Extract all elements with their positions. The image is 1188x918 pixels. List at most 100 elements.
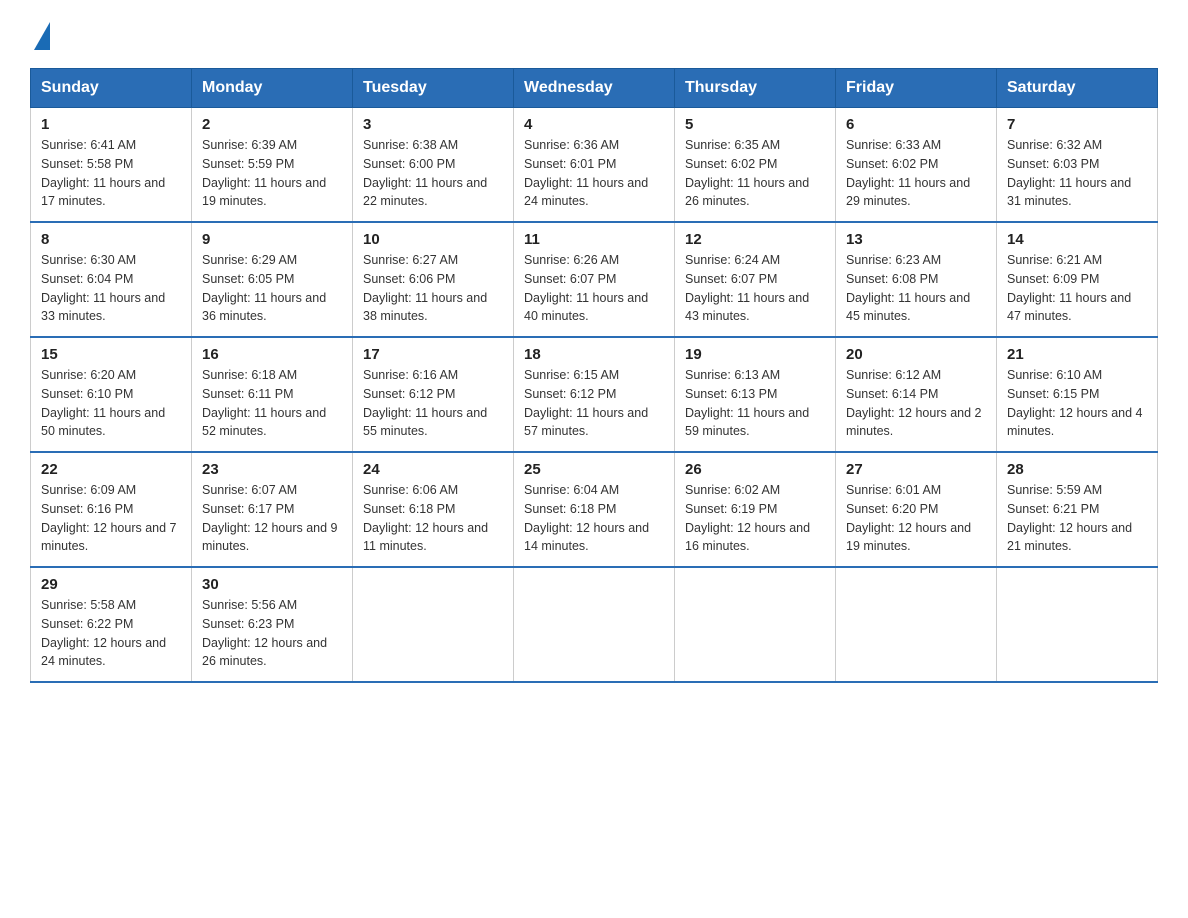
day-info: Sunrise: 6:38 AMSunset: 6:00 PMDaylight:… [363,136,503,211]
calendar-cell [514,567,675,682]
calendar-cell: 2 Sunrise: 6:39 AMSunset: 5:59 PMDaylight… [192,108,353,223]
day-number: 9 [202,231,342,248]
day-info: Sunrise: 6:36 AMSunset: 6:01 PMDaylight:… [524,136,664,211]
day-number: 12 [685,231,825,248]
column-header-saturday: Saturday [997,69,1158,108]
calendar-cell: 16Sunrise: 6:18 AMSunset: 6:11 PMDayligh… [192,337,353,452]
day-number: 6 [846,116,986,133]
calendar-cell: 24 Sunrise: 6:06 AMSunset: 6:18 PMDayligh… [353,452,514,567]
calendar-cell: 1 Sunrise: 6:41 AMSunset: 5:58 PMDaylight… [31,108,192,223]
calendar-cell: 6 Sunrise: 6:33 AMSunset: 6:02 PMDaylight… [836,108,997,223]
calendar-cell: 30Sunrise: 5:56 AMSunset: 6:23 PMDayligh… [192,567,353,682]
calendar-cell: 26 Sunrise: 6:02 AMSunset: 6:19 PMDayligh… [675,452,836,567]
day-info: Sunrise: 6:24 AMSunset: 6:07 PMDaylight:… [685,251,825,326]
column-header-monday: Monday [192,69,353,108]
day-info: Sunrise: 6:41 AMSunset: 5:58 PMDaylight:… [41,136,181,211]
calendar-header: SundayMondayTuesdayWednesdayThursdayFrid… [31,69,1158,108]
day-number: 15 [41,346,181,363]
week-row-3: 15 Sunrise: 6:20 AMSunset: 6:10 PMDayligh… [31,337,1158,452]
calendar-cell [836,567,997,682]
day-number: 17 [363,346,503,363]
day-info: Sunrise: 6:01 AMSunset: 6:20 PMDaylight:… [846,481,986,556]
calendar-cell: 3 Sunrise: 6:38 AMSunset: 6:00 PMDaylight… [353,108,514,223]
day-info: Sunrise: 6:02 AMSunset: 6:19 PMDaylight:… [685,481,825,556]
day-info: Sunrise: 6:23 AMSunset: 6:08 PMDaylight:… [846,251,986,326]
day-info: Sunrise: 6:39 AMSunset: 5:59 PMDaylight:… [202,136,342,211]
calendar-table: SundayMondayTuesdayWednesdayThursdayFrid… [30,68,1158,683]
calendar-cell: 13 Sunrise: 6:23 AMSunset: 6:08 PMDayligh… [836,222,997,337]
day-info: Sunrise: 6:12 AMSunset: 6:14 PMDaylight:… [846,366,986,441]
day-info: Sunrise: 6:21 AMSunset: 6:09 PMDaylight:… [1007,251,1147,326]
day-number: 24 [363,461,503,478]
day-info: Sunrise: 5:58 AMSunset: 6:22 PMDaylight:… [41,596,181,671]
calendar-cell: 20 Sunrise: 6:12 AMSunset: 6:14 PMDayligh… [836,337,997,452]
day-info: Sunrise: 5:59 AMSunset: 6:21 PMDaylight:… [1007,481,1147,556]
calendar-cell [997,567,1158,682]
day-number: 2 [202,116,342,133]
calendar-cell: 28 Sunrise: 5:59 AMSunset: 6:21 PMDayligh… [997,452,1158,567]
day-info: Sunrise: 6:13 AMSunset: 6:13 PMDaylight:… [685,366,825,441]
calendar-cell [675,567,836,682]
calendar-cell: 10Sunrise: 6:27 AMSunset: 6:06 PMDayligh… [353,222,514,337]
column-header-thursday: Thursday [675,69,836,108]
day-info: Sunrise: 6:29 AMSunset: 6:05 PMDaylight:… [202,251,342,326]
calendar-cell: 15 Sunrise: 6:20 AMSunset: 6:10 PMDayligh… [31,337,192,452]
header-row: SundayMondayTuesdayWednesdayThursdayFrid… [31,69,1158,108]
calendar-cell: 27 Sunrise: 6:01 AMSunset: 6:20 PMDayligh… [836,452,997,567]
day-number: 7 [1007,116,1147,133]
day-number: 25 [524,461,664,478]
day-info: Sunrise: 6:32 AMSunset: 6:03 PMDaylight:… [1007,136,1147,211]
day-number: 23 [202,461,342,478]
day-number: 27 [846,461,986,478]
calendar-cell: 9 Sunrise: 6:29 AMSunset: 6:05 PMDaylight… [192,222,353,337]
calendar-cell [353,567,514,682]
day-info: Sunrise: 6:35 AMSunset: 6:02 PMDaylight:… [685,136,825,211]
day-number: 3 [363,116,503,133]
calendar-cell: 4 Sunrise: 6:36 AMSunset: 6:01 PMDaylight… [514,108,675,223]
day-info: Sunrise: 6:04 AMSunset: 6:18 PMDaylight:… [524,481,664,556]
page-header [30,20,1158,48]
day-info: Sunrise: 6:15 AMSunset: 6:12 PMDaylight:… [524,366,664,441]
day-info: Sunrise: 6:16 AMSunset: 6:12 PMDaylight:… [363,366,503,441]
day-number: 8 [41,231,181,248]
day-number: 20 [846,346,986,363]
day-number: 1 [41,116,181,133]
logo [30,20,50,48]
day-number: 4 [524,116,664,133]
day-info: Sunrise: 6:06 AMSunset: 6:18 PMDaylight:… [363,481,503,556]
day-number: 30 [202,576,342,593]
week-row-2: 8Sunrise: 6:30 AMSunset: 6:04 PMDaylight… [31,222,1158,337]
column-header-sunday: Sunday [31,69,192,108]
day-number: 5 [685,116,825,133]
calendar-cell: 18 Sunrise: 6:15 AMSunset: 6:12 PMDayligh… [514,337,675,452]
calendar-cell: 5 Sunrise: 6:35 AMSunset: 6:02 PMDaylight… [675,108,836,223]
calendar-cell: 21Sunrise: 6:10 AMSunset: 6:15 PMDayligh… [997,337,1158,452]
day-number: 14 [1007,231,1147,248]
day-info: Sunrise: 6:20 AMSunset: 6:10 PMDaylight:… [41,366,181,441]
day-info: Sunrise: 6:33 AMSunset: 6:02 PMDaylight:… [846,136,986,211]
column-header-tuesday: Tuesday [353,69,514,108]
week-row-4: 22 Sunrise: 6:09 AMSunset: 6:16 PMDayligh… [31,452,1158,567]
calendar-cell: 23 Sunrise: 6:07 AMSunset: 6:17 PMDayligh… [192,452,353,567]
day-info: Sunrise: 6:18 AMSunset: 6:11 PMDaylight:… [202,366,342,441]
calendar-cell: 29Sunrise: 5:58 AMSunset: 6:22 PMDayligh… [31,567,192,682]
day-number: 22 [41,461,181,478]
calendar-cell: 11 Sunrise: 6:26 AMSunset: 6:07 PMDayligh… [514,222,675,337]
day-number: 13 [846,231,986,248]
day-number: 26 [685,461,825,478]
week-row-5: 29Sunrise: 5:58 AMSunset: 6:22 PMDayligh… [31,567,1158,682]
calendar-cell: 14 Sunrise: 6:21 AMSunset: 6:09 PMDayligh… [997,222,1158,337]
day-number: 28 [1007,461,1147,478]
calendar-cell: 25 Sunrise: 6:04 AMSunset: 6:18 PMDayligh… [514,452,675,567]
day-info: Sunrise: 6:26 AMSunset: 6:07 PMDaylight:… [524,251,664,326]
calendar-cell: 17 Sunrise: 6:16 AMSunset: 6:12 PMDayligh… [353,337,514,452]
day-info: Sunrise: 6:09 AMSunset: 6:16 PMDaylight:… [41,481,181,556]
calendar-cell: 12 Sunrise: 6:24 AMSunset: 6:07 PMDayligh… [675,222,836,337]
calendar-cell: 7 Sunrise: 6:32 AMSunset: 6:03 PMDaylight… [997,108,1158,223]
week-row-1: 1 Sunrise: 6:41 AMSunset: 5:58 PMDaylight… [31,108,1158,223]
day-info: Sunrise: 6:07 AMSunset: 6:17 PMDaylight:… [202,481,342,556]
day-number: 18 [524,346,664,363]
day-number: 21 [1007,346,1147,363]
calendar-cell: 19Sunrise: 6:13 AMSunset: 6:13 PMDayligh… [675,337,836,452]
day-number: 11 [524,231,664,248]
